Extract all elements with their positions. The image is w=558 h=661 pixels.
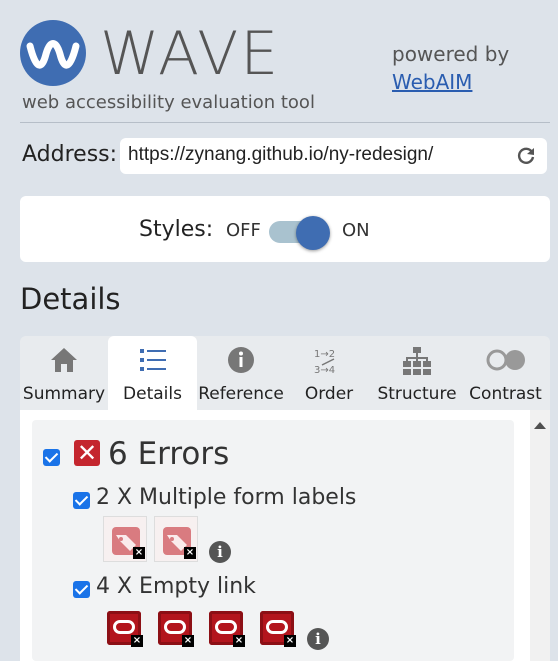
item-checkbox-form-labels[interactable]	[73, 492, 90, 509]
tab-reference[interactable]: Reference	[197, 336, 285, 410]
tab-structure[interactable]: Structure	[373, 336, 461, 410]
styles-off-label: OFF	[226, 220, 261, 241]
empty-link-error-icon[interactable]: ×	[107, 611, 143, 647]
powered-by: powered by WebAIM	[392, 40, 509, 96]
address-input[interactable]: https://zynang.github.io/ny-redesign/	[120, 138, 547, 174]
item-title-form-labels: 2 X Multiple form labels	[96, 485, 357, 510]
tab-bar: Summary Details Reference 1→2 3→4 Order	[20, 336, 550, 410]
item-title-empty-link: 4 X Empty link	[96, 574, 256, 599]
header-divider	[20, 122, 550, 123]
order-icon: 1→2 3→4	[285, 346, 373, 376]
powered-by-text: powered by	[392, 42, 510, 66]
styles-on-label: ON	[342, 220, 370, 241]
tab-order[interactable]: 1→2 3→4 Order	[285, 336, 373, 410]
address-value[interactable]: https://zynang.github.io/ny-redesign/	[128, 144, 433, 166]
empty-link-error-icon[interactable]: ×	[260, 611, 296, 647]
wave-logo	[20, 20, 86, 86]
info-icon	[197, 346, 285, 374]
styles-toggle-knob[interactable]	[296, 216, 330, 250]
styles-label: Styles:	[139, 217, 214, 242]
section-title: Details	[20, 282, 121, 316]
reload-icon[interactable]	[515, 145, 537, 167]
item-checkbox-empty-link[interactable]	[73, 581, 90, 598]
form-label-error-icon[interactable]: ×	[154, 516, 198, 562]
address-label: Address:	[22, 142, 118, 167]
tab-details[interactable]: Details	[108, 336, 197, 410]
scrollbar[interactable]	[530, 410, 550, 661]
brand-title: WAVE	[100, 19, 281, 89]
errors-title: 6 Errors	[108, 436, 230, 472]
tab-contrast[interactable]: Contrast	[461, 336, 550, 410]
tab-summary[interactable]: Summary	[20, 336, 108, 410]
scroll-up-icon[interactable]	[534, 422, 546, 429]
errors-checkbox[interactable]	[43, 449, 60, 466]
empty-link-error-icon[interactable]: ×	[158, 611, 194, 647]
tagline: web accessibility evaluation tool	[22, 92, 315, 113]
structure-icon	[373, 346, 461, 375]
home-icon	[20, 346, 108, 374]
svg-text:3→4: 3→4	[314, 365, 335, 376]
contrast-icon	[461, 346, 550, 374]
info-icon[interactable]: i	[209, 541, 231, 563]
styles-panel: Styles: OFF ON	[20, 196, 550, 262]
webaim-link[interactable]: WebAIM	[392, 70, 472, 94]
empty-link-error-icon[interactable]: ×	[209, 611, 245, 647]
list-icon	[108, 346, 197, 374]
svg-text:1→2: 1→2	[314, 349, 335, 360]
error-icon: ✕	[74, 440, 100, 466]
form-label-error-icon[interactable]: ×	[103, 516, 147, 562]
info-icon[interactable]: i	[307, 628, 329, 650]
